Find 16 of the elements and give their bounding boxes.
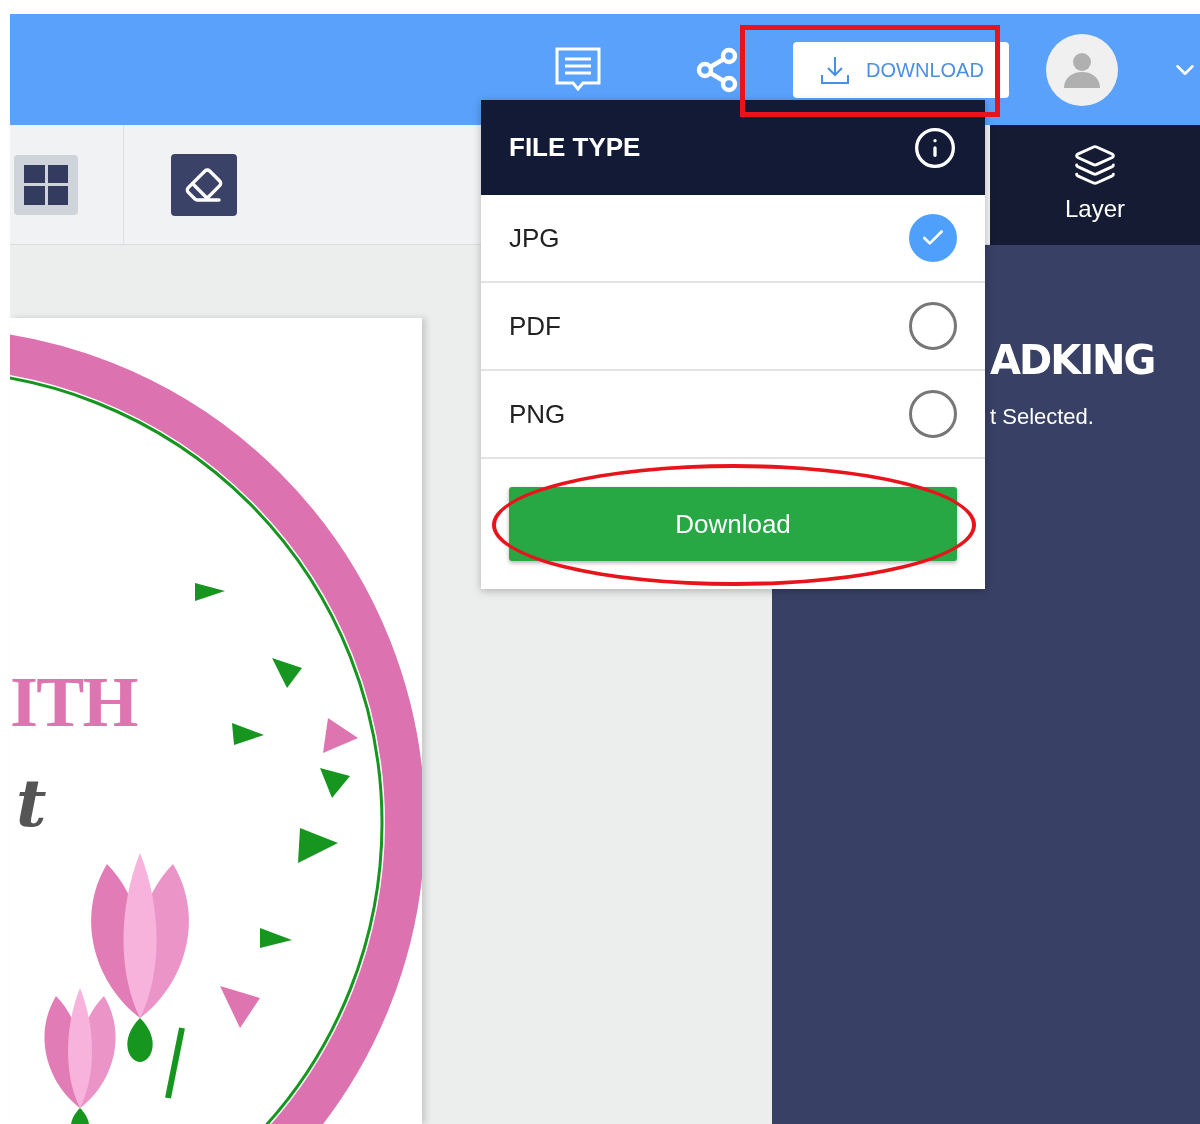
logo: ADKING bbox=[990, 340, 1156, 380]
radio-button[interactable] bbox=[909, 214, 957, 262]
canvas-text: t bbox=[16, 770, 47, 836]
dropdown-title: FILE TYPE bbox=[509, 131, 641, 164]
eraser-icon[interactable] bbox=[171, 153, 237, 216]
status-text: t Selected. bbox=[990, 403, 1095, 431]
file-type-option[interactable]: PNG bbox=[481, 371, 985, 459]
radio-button[interactable] bbox=[909, 390, 957, 438]
grid-icon[interactable] bbox=[14, 154, 78, 215]
canvas-text: ITH bbox=[10, 666, 137, 738]
layer-tab[interactable]: Layer bbox=[990, 125, 1200, 245]
layers-icon bbox=[1073, 143, 1117, 187]
file-type-option[interactable]: JPG bbox=[481, 195, 985, 283]
file-type-option[interactable]: PDF bbox=[481, 283, 985, 371]
radio-button[interactable] bbox=[909, 302, 957, 350]
info-icon[interactable] bbox=[913, 125, 957, 170]
